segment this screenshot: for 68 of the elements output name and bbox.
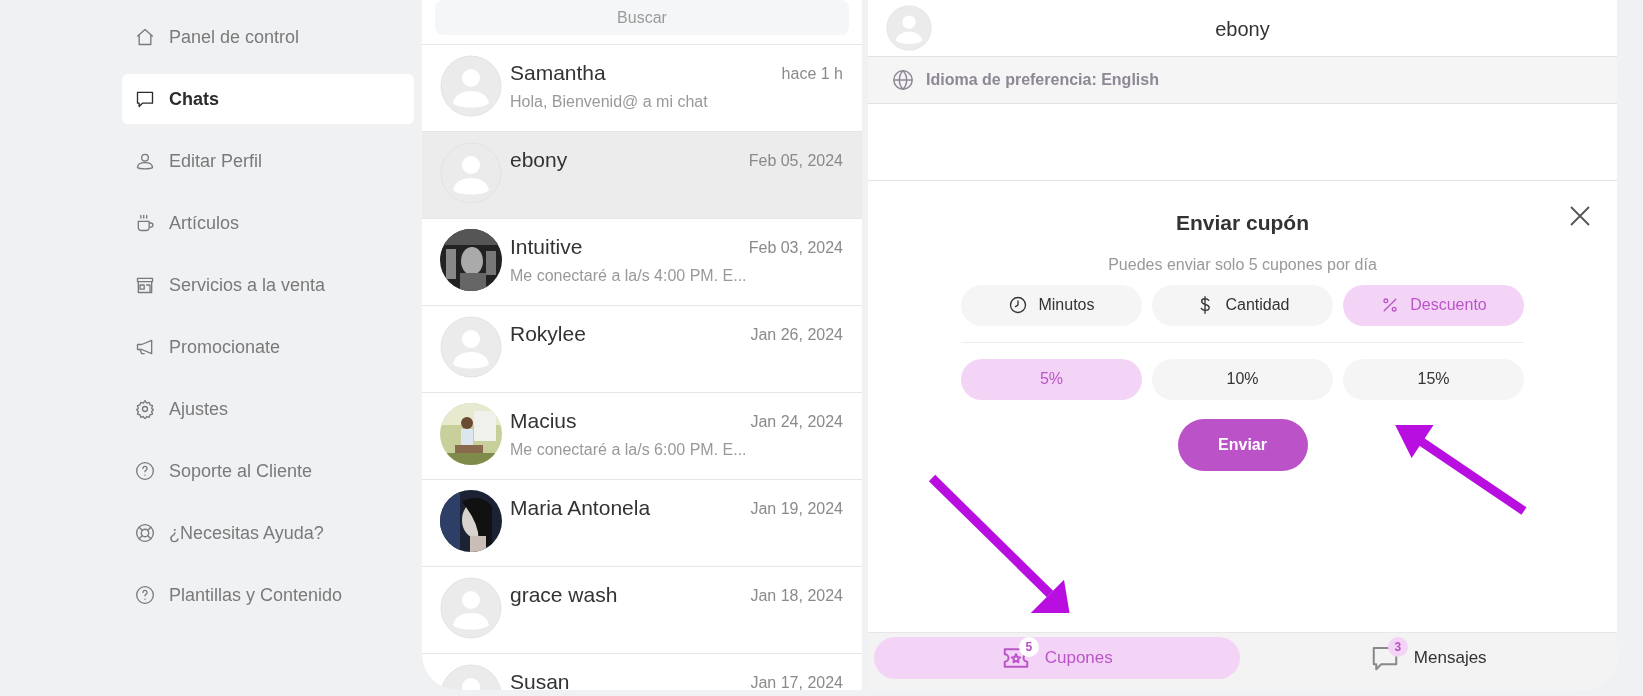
- home-icon: [135, 27, 155, 47]
- count-badge: 3: [1387, 637, 1408, 657]
- sidebar-item[interactable]: Promocionate: [122, 322, 414, 372]
- contact-name: ebony: [510, 147, 568, 173]
- bottom-tab[interactable]: 3 Mensajes: [1245, 637, 1611, 679]
- clock-icon: [1008, 295, 1029, 315]
- sidebar-item[interactable]: Chats: [122, 74, 414, 124]
- contact-name: Samantha: [510, 60, 606, 86]
- avatar-icon: [440, 577, 502, 639]
- contact-name: ebony: [1215, 18, 1270, 40]
- contact-name: Maria Antonela: [510, 495, 651, 521]
- amount-option[interactable]: 10%: [1152, 358, 1333, 400]
- sidebar-item[interactable]: Artículos: [122, 198, 414, 248]
- help-icon: [135, 585, 155, 605]
- language-label: Idioma de preferencia: English: [926, 70, 1159, 90]
- message-preview: Me conectaré a la/s 4:00 PM. E...: [510, 265, 748, 286]
- dialog-title: Enviar cupón: [1176, 210, 1309, 236]
- close-icon[interactable]: [1569, 205, 1591, 227]
- timestamp: Jan 17, 2024: [750, 673, 843, 690]
- contact-name: Susan: [510, 669, 570, 690]
- chat-item[interactable]: Macius Jan 24, 2024 Me conectaré a la/s 6:00 PM. E...: [422, 392, 862, 479]
- dialog-subtitle: Puedes enviar solo 5 cupones por día: [1108, 254, 1377, 275]
- avatar-icon: [440, 142, 502, 204]
- coupon-type-button[interactable]: Cantidad: [1152, 284, 1333, 326]
- timestamp: Feb 03, 2024: [748, 238, 843, 258]
- send-button[interactable]: Enviar: [1177, 418, 1308, 471]
- sidebar-item[interactable]: Plantillas y Contenido: [122, 570, 414, 620]
- sidebar-item[interactable]: Servicios a la venta: [122, 260, 414, 310]
- contact-name: Macius: [510, 408, 577, 434]
- coupon-type-button[interactable]: Minutos: [961, 284, 1142, 326]
- gear-icon: [135, 399, 155, 419]
- search-field[interactable]: Buscar: [435, 0, 849, 35]
- timestamp: Jan 19, 2024: [750, 499, 843, 519]
- cup-icon: [135, 213, 155, 233]
- chat-item[interactable]: ebony Feb 05, 2024: [422, 131, 862, 218]
- timestamp: Jan 18, 2024: [750, 586, 843, 606]
- chat-item[interactable]: grace wash Jan 18, 2024: [422, 566, 862, 653]
- bottom-tab[interactable]: 5 Cupones: [874, 637, 1240, 679]
- megaphone-icon: [135, 337, 155, 357]
- contact-name: Intuitive: [510, 234, 583, 260]
- lifebuoy-icon: [135, 523, 155, 543]
- contact-name: Rokylee: [510, 321, 586, 347]
- sidebar-item[interactable]: Ajustes: [122, 384, 414, 434]
- sidebar-item[interactable]: Editar Perfil: [122, 136, 414, 186]
- chat-item[interactable]: Susan Jan 17, 2024: [422, 653, 862, 690]
- count-badge: 5: [1018, 637, 1039, 657]
- timestamp: Feb 05, 2024: [748, 151, 843, 171]
- contact-name: grace wash: [510, 582, 618, 608]
- avatar-icon: [886, 5, 932, 51]
- timestamp: Jan 26, 2024: [750, 325, 843, 345]
- help-icon: [135, 461, 155, 481]
- sidebar-item[interactable]: ¿Necesitas Ayuda?: [122, 508, 414, 558]
- amount-option[interactable]: 15%: [1343, 358, 1524, 400]
- chat-item[interactable]: Rokylee Jan 26, 2024: [422, 305, 862, 392]
- chat-bubble-icon: [135, 89, 155, 109]
- message-preview: Hola, Bienvenid@ a mi chat: [510, 91, 709, 112]
- chat-item[interactable]: Maria Antonela Jan 19, 2024: [422, 479, 862, 566]
- message-preview: Me conectaré a la/s 6:00 PM. E...: [510, 439, 748, 460]
- chat-item[interactable]: Intuitive Feb 03, 2024 Me conectaré a la/s 4:00 PM. E...: [422, 218, 862, 305]
- sidebar-item[interactable]: Panel de control: [122, 12, 414, 62]
- store-icon: [135, 275, 155, 295]
- avatar-icon: [440, 316, 502, 378]
- timestamp: hace 1 h: [781, 64, 843, 84]
- user-icon: [135, 151, 155, 171]
- avatar-icon: [440, 55, 502, 117]
- timestamp: Jan 24, 2024: [750, 412, 843, 432]
- globe-icon: [892, 69, 914, 91]
- sidebar-item[interactable]: Soporte al Cliente: [122, 446, 414, 496]
